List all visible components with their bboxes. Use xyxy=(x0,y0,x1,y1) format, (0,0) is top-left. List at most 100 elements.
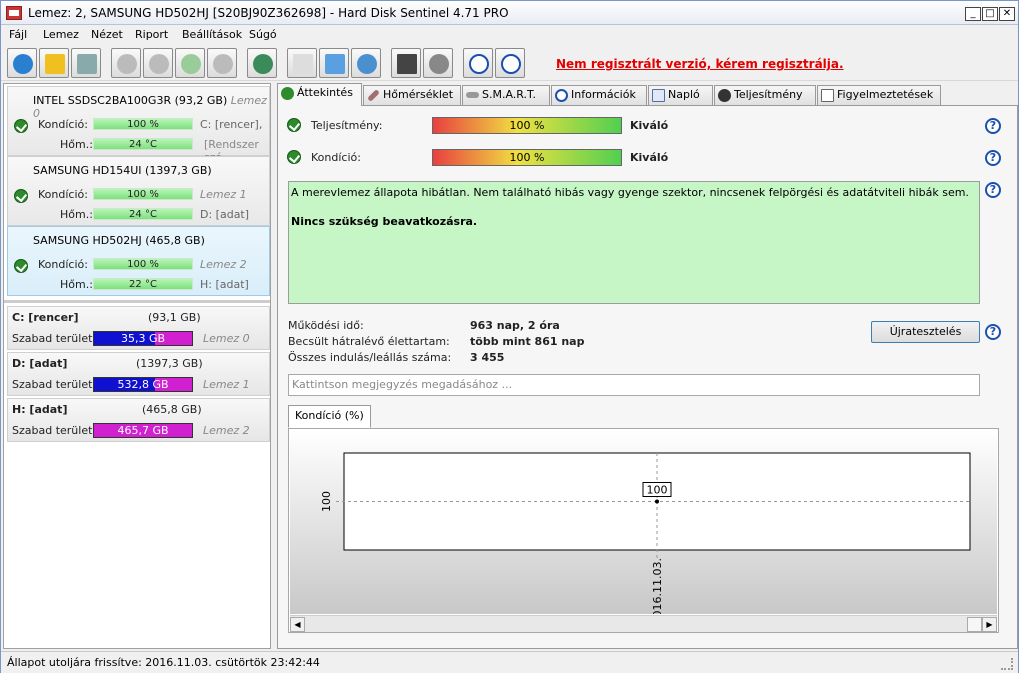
disk-size: (1397,3 GB) xyxy=(145,164,212,177)
menu-report[interactable]: Riport xyxy=(135,28,168,41)
retest-help-icon[interactable]: ? xyxy=(985,324,1001,340)
menu-file[interactable]: Fájl xyxy=(9,28,27,41)
warning-icon xyxy=(45,54,65,74)
refresh-button[interactable] xyxy=(7,48,37,78)
x-tick-label: 2016.11.03. xyxy=(651,558,664,614)
uptime-value: 963 nap, 2 óra xyxy=(470,319,560,332)
health-ok-icon xyxy=(14,259,28,273)
app-icon[interactable] xyxy=(6,6,22,20)
report-button[interactable] xyxy=(287,48,317,78)
remaining-life-value: több mint 861 nap xyxy=(470,335,585,348)
test-button-1[interactable] xyxy=(111,48,141,78)
disk-item-0[interactable]: INTEL SSDSC2BA100G3R (93,2 GB) Lemez 0 K… xyxy=(7,86,270,164)
minimize-button[interactable]: _ xyxy=(965,7,981,21)
tab-smart[interactable]: S.M.A.R.T. xyxy=(462,85,550,105)
volume-item-0[interactable]: C: [rencer] (93,1 GB) Szabad terület 35,… xyxy=(7,306,270,350)
free-space-bar: 532,8 GB xyxy=(93,377,193,392)
free-space-bar: 465,7 GB xyxy=(93,423,193,438)
disk-name: INTEL SSDSC2BA100G3R xyxy=(33,94,172,107)
volume-disk: Lemez 1 xyxy=(203,378,250,391)
send-button[interactable] xyxy=(319,48,349,78)
status-recommendation: Nincs szükség beavatkozásra. xyxy=(291,215,478,228)
menu-disk[interactable]: Lemez xyxy=(43,28,79,41)
performance-bar: 100 % xyxy=(432,117,622,134)
menu-bar: Fájl Lemez Nézet Riport Beállítások Súgó xyxy=(1,25,1018,44)
disk-size: (465,8 GB) xyxy=(145,234,205,247)
scroll-thumb[interactable] xyxy=(967,617,982,632)
health-help-icon[interactable]: ? xyxy=(985,150,1001,166)
title-bar[interactable]: Lemez: 2, SAMSUNG HD502HJ [S20BJ90Z36269… xyxy=(1,1,1018,25)
question-icon xyxy=(469,54,489,74)
disk-item-1[interactable]: SAMSUNG HD154UI (1397,3 GB) Kondíció: 10… xyxy=(7,156,270,226)
remaining-life-label: Becsült hátralévő élettartam: xyxy=(288,335,450,348)
disk-info-button[interactable] xyxy=(71,48,101,78)
volume-item-1[interactable]: D: [adat] (1397,3 GB) Szabad terület 532… xyxy=(7,352,270,396)
scroll-left-button[interactable]: ◀ xyxy=(290,617,305,632)
tab-overview[interactable]: Áttekintés xyxy=(277,83,362,106)
volume-size: (1397,3 GB) xyxy=(136,357,203,370)
tab-temperature[interactable]: Hőmérséklet xyxy=(363,85,461,105)
volume-disk: Lemez 0 xyxy=(203,332,250,345)
health-extra: Lemez 1 xyxy=(200,188,247,201)
free-space-label: Szabad terület xyxy=(12,378,93,391)
uptime-label: Működési idő: xyxy=(288,319,364,332)
message-help-icon[interactable]: ? xyxy=(985,182,1001,198)
about-button[interactable] xyxy=(495,48,525,78)
free-space-label: Szabad terület xyxy=(12,332,93,345)
chart-scrollbar[interactable]: ◀ ▶ xyxy=(290,615,997,632)
health-chart: 100 2016.11.03. 100 xyxy=(290,430,997,614)
help-button[interactable] xyxy=(463,48,493,78)
menu-settings[interactable]: Beállítások xyxy=(182,28,242,41)
window-title: Lemez: 2, SAMSUNG HD502HJ [S20BJ90Z36269… xyxy=(28,6,509,20)
monitor-button[interactable] xyxy=(391,48,421,78)
monitor-icon xyxy=(397,54,417,74)
volume-item-2[interactable]: H: [adat] (465,8 GB) Szabad terület 465,… xyxy=(7,398,270,442)
retest-button[interactable]: Újratesztelés xyxy=(871,321,980,343)
health-extra: C: [rencer], xyxy=(200,118,263,131)
disk-icon xyxy=(77,54,97,74)
tab-bar: Áttekintés Hőmérséklet S.M.A.R.T. Inform… xyxy=(277,83,1019,106)
health-label: Kondíció: xyxy=(38,188,88,201)
panel-divider xyxy=(4,300,270,303)
volume-disk: Lemez 2 xyxy=(203,424,250,437)
drive-tool-icon xyxy=(213,54,233,74)
health-label: Kondíció: xyxy=(38,258,88,271)
send-icon xyxy=(325,54,345,74)
resize-grip[interactable] xyxy=(1001,658,1013,670)
test-button-2[interactable] xyxy=(143,48,173,78)
smart-icon xyxy=(466,92,479,98)
tab-information[interactable]: Információk xyxy=(551,85,647,105)
health-bar: 100 % xyxy=(93,188,193,200)
network-button[interactable] xyxy=(351,48,381,78)
performance-help-icon[interactable]: ? xyxy=(985,118,1001,134)
tab-log[interactable]: Napló xyxy=(648,85,713,105)
drive-check-icon xyxy=(149,54,169,74)
maximize-button[interactable]: □ xyxy=(982,7,998,21)
disk-size: (93,2 GB) xyxy=(174,94,228,107)
menu-view[interactable]: Nézet xyxy=(91,28,123,41)
register-link[interactable]: Nem regisztrált verzió, kérem regisztrál… xyxy=(556,57,844,71)
y-tick-label: 100 xyxy=(320,491,333,512)
scroll-right-button[interactable]: ▶ xyxy=(982,617,997,632)
test-button-4[interactable] xyxy=(207,48,237,78)
speaker-icon xyxy=(429,54,449,74)
temp-bar: 22 °C xyxy=(93,278,193,290)
menu-help[interactable]: Súgó xyxy=(249,28,277,41)
sound-button[interactable] xyxy=(423,48,453,78)
temp-label: Hőm.: xyxy=(60,208,93,221)
drive-ok-icon xyxy=(181,54,201,74)
alert-button[interactable] xyxy=(39,48,69,78)
note-input[interactable]: Kattintson megjegyzés megadásához ... xyxy=(288,374,980,396)
health-label: Kondíció: xyxy=(38,118,88,131)
tab-alerts[interactable]: Figyelmeztetések xyxy=(817,85,941,105)
web-button[interactable] xyxy=(247,48,277,78)
free-space-label: Szabad terület xyxy=(12,424,93,437)
alerts-icon xyxy=(821,89,834,102)
log-icon xyxy=(652,89,665,102)
health-label: Kondíció: xyxy=(311,151,361,164)
chart-tab-health[interactable]: Kondíció (%) xyxy=(288,405,371,428)
close-button[interactable]: ✕ xyxy=(999,7,1015,21)
test-button-3[interactable] xyxy=(175,48,205,78)
disk-item-2[interactable]: SAMSUNG HD502HJ (465,8 GB) Kondíció: 100… xyxy=(7,226,270,296)
tab-performance[interactable]: Teljesítmény xyxy=(714,85,816,105)
